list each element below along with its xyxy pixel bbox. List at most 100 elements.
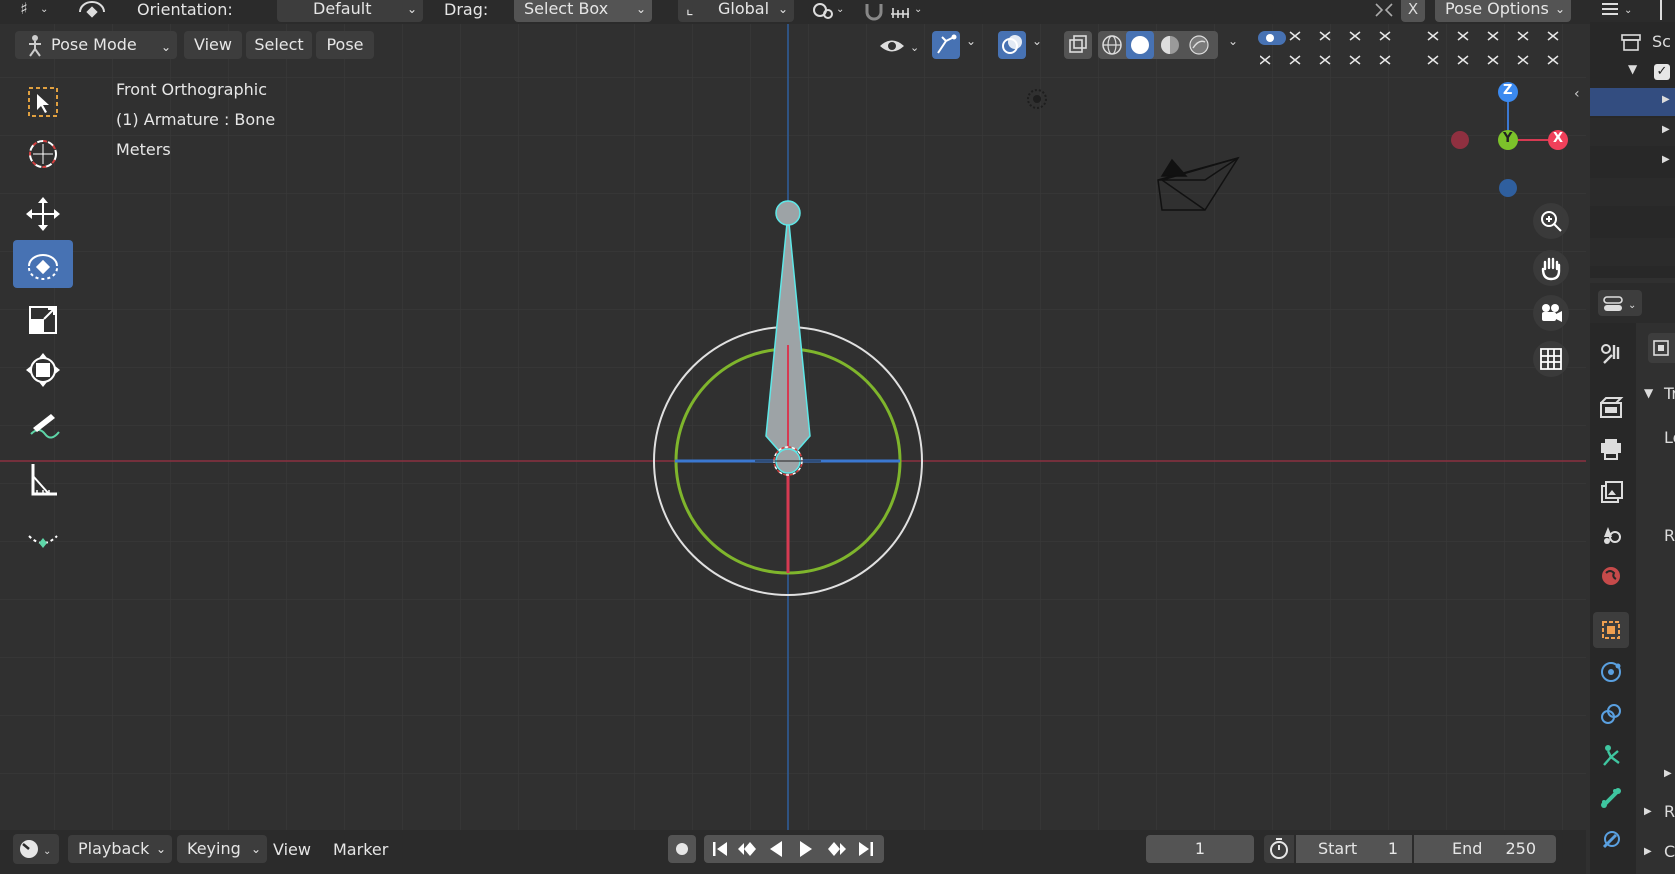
zoom-icon — [1541, 211, 1562, 232]
tab-output[interactable] — [1593, 432, 1629, 468]
play-icon — [800, 841, 812, 857]
playback-label: Playback — [78, 839, 150, 858]
light-icon-center — [1033, 95, 1041, 103]
tab-physics[interactable] — [1593, 654, 1629, 690]
chevron-down-icon: ⌄ — [155, 842, 166, 856]
record-icon — [676, 843, 688, 855]
location-label: Lo — [1664, 428, 1675, 447]
current-frame-field[interactable]: 1 — [1146, 835, 1254, 863]
collections-label: C — [1664, 842, 1675, 861]
hand-icon — [1541, 257, 1561, 281]
prev-keyframe-button[interactable] — [734, 835, 762, 863]
outliner-row-selected[interactable]: ▶ — [1590, 88, 1675, 116]
bone-constraints-icon — [1602, 831, 1620, 849]
preview-range-button[interactable] — [1264, 835, 1294, 863]
grid-icon — [1540, 348, 1562, 370]
gizmo-neg-x[interactable] — [1451, 131, 1469, 149]
outliner-collection-row[interactable]: ▼ ✓ — [1590, 58, 1675, 86]
marker-menu[interactable]: Marker — [333, 840, 388, 859]
constraints-icon — [1601, 704, 1621, 724]
tab-world[interactable] — [1593, 558, 1629, 594]
svg-text:⌄: ⌄ — [1628, 300, 1636, 311]
expand-arrow-icon[interactable]: ▼ — [1628, 62, 1637, 76]
clock-icon: ⌄ — [20, 840, 51, 858]
object-data-toggle[interactable] — [1648, 333, 1675, 363]
tab-constraints[interactable] — [1593, 696, 1629, 732]
zoom-button[interactable] — [1533, 203, 1569, 239]
camera-view-icon — [1542, 304, 1562, 322]
timeline-editor-type[interactable]: ⌄ — [13, 834, 59, 864]
pan-button[interactable] — [1533, 250, 1569, 286]
expand-arrow-icon[interactable]: ▶ — [1662, 94, 1670, 105]
collection-checkbox[interactable]: ✓ — [1654, 64, 1670, 80]
start-frame-field[interactable]: Start 1 — [1296, 835, 1412, 863]
outliner-row — [1590, 178, 1675, 206]
end-frame-field[interactable]: End 250 — [1414, 835, 1556, 863]
ortho-toggle-button[interactable] — [1533, 341, 1569, 377]
scene-collection-icon — [1621, 34, 1641, 51]
sidebar-toggle-icon[interactable]: ‹ — [1574, 86, 1580, 102]
transform-panel-label: Tr — [1664, 384, 1675, 403]
rotation-label: R — [1664, 526, 1675, 545]
render-icon — [1600, 397, 1624, 418]
scene-icon — [1604, 527, 1621, 544]
outliner-row[interactable]: ▶ — [1590, 148, 1675, 176]
end-label: End — [1452, 839, 1483, 858]
gizmo-y-label: Y — [1503, 131, 1513, 146]
stopwatch-icon — [1270, 838, 1288, 859]
jump-start-icon — [713, 842, 727, 856]
relations-arrow-icon[interactable]: ▶ — [1644, 806, 1652, 817]
play-reverse-icon — [770, 841, 782, 857]
transform-panel-arrow-icon[interactable]: ▼ — [1644, 386, 1653, 400]
play-button[interactable] — [792, 835, 820, 863]
tab-view-layer[interactable] — [1593, 474, 1629, 510]
playback-menu[interactable]: Playback ⌄ — [68, 835, 172, 863]
jump-start-button[interactable] — [706, 835, 734, 863]
tab-scene[interactable] — [1593, 516, 1629, 552]
armature-data-icon — [1603, 745, 1620, 766]
timeline-view-menu[interactable]: View — [273, 840, 311, 859]
tab-object-data[interactable] — [1593, 738, 1629, 774]
start-value: 1 — [1387, 839, 1398, 858]
properties-panel-body — [1636, 323, 1675, 874]
expand-arrow-icon[interactable]: ▶ — [1662, 124, 1670, 135]
bone-icon — [1601, 788, 1621, 808]
start-label: Start — [1318, 839, 1358, 858]
outliner-editor-type-icon[interactable]: ⌄ — [1600, 0, 1640, 20]
tab-bone-constraints[interactable] — [1593, 822, 1629, 858]
tab-object[interactable] — [1593, 612, 1629, 648]
outliner-scene-row[interactable]: Sc — [1590, 28, 1675, 56]
keying-menu[interactable]: Keying ⌄ — [177, 835, 267, 863]
play-reverse-button[interactable] — [762, 835, 790, 863]
physics-icon — [1601, 662, 1621, 682]
auto-keying-button[interactable] — [668, 835, 696, 863]
output-icon — [1601, 439, 1621, 460]
gizmo-neg-z[interactable] — [1499, 179, 1517, 197]
properties-editor-type-icon[interactable]: ⌄ — [1598, 290, 1642, 316]
subpanel-arrow-icon[interactable]: ▶ — [1664, 768, 1672, 779]
camera-view-button[interactable] — [1533, 295, 1569, 331]
tab-tool[interactable] — [1593, 336, 1629, 372]
collections-arrow-icon[interactable]: ▶ — [1644, 846, 1652, 857]
world-icon — [1602, 567, 1620, 585]
expand-arrow-icon[interactable]: ▶ — [1662, 154, 1670, 165]
scene-content — [653, 89, 1240, 596]
tab-bone[interactable] — [1593, 780, 1629, 816]
view-layer-icon — [1601, 481, 1623, 503]
gizmo-x-label: X — [1553, 131, 1564, 146]
camera-icon[interactable] — [1157, 156, 1240, 211]
outliner-filter-icon[interactable] — [1660, 0, 1675, 20]
chevron-down-icon: ⌄ — [250, 842, 261, 856]
outliner-row — [1590, 238, 1675, 266]
outliner-row[interactable]: ▶ — [1590, 118, 1675, 146]
tab-render[interactable] — [1593, 390, 1629, 426]
jump-end-button[interactable] — [852, 835, 880, 863]
object-icon — [1602, 621, 1620, 639]
relations-label: R — [1664, 802, 1675, 821]
end-value: 250 — [1505, 839, 1536, 858]
prev-keyframe-icon — [738, 842, 756, 856]
scene-collection-label: Sc — [1652, 32, 1671, 51]
next-keyframe-button[interactable] — [822, 835, 850, 863]
svg-text:⌄: ⌄ — [43, 846, 51, 857]
keying-label: Keying — [187, 839, 241, 858]
